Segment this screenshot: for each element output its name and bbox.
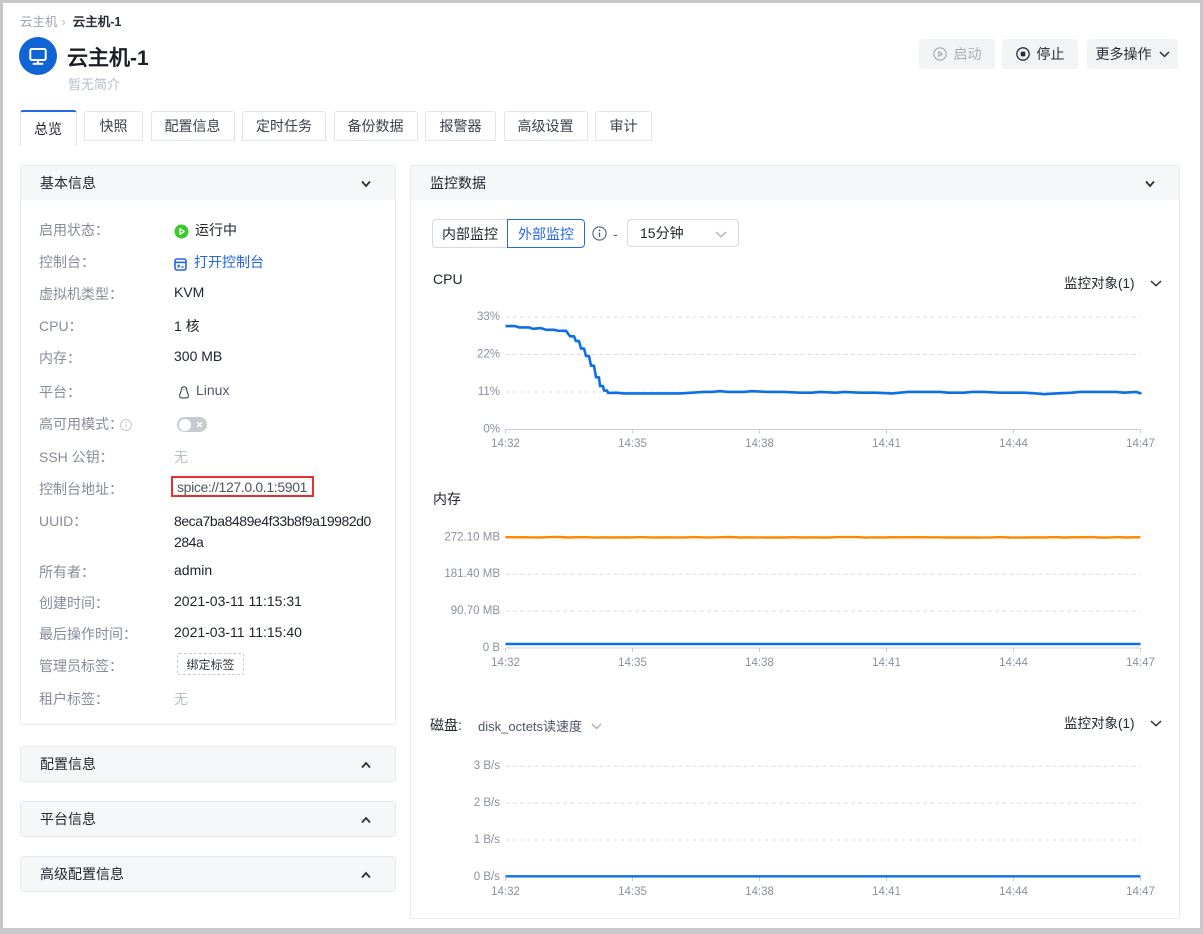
svg-text:14:41: 14:41 xyxy=(872,438,901,450)
svg-text:14:38: 14:38 xyxy=(745,886,774,898)
svg-text:272.10 MB: 272.10 MB xyxy=(444,531,500,543)
svg-text:14:41: 14:41 xyxy=(872,886,901,898)
svg-text:14:38: 14:38 xyxy=(745,438,774,450)
svg-text:14:35: 14:35 xyxy=(618,886,647,898)
svg-text:11%: 11% xyxy=(478,386,500,398)
svg-text:1 B/s: 1 B/s xyxy=(474,834,500,846)
svg-text:14:47: 14:47 xyxy=(1126,886,1155,898)
svg-text:14:35: 14:35 xyxy=(618,657,647,669)
svg-text:22%: 22% xyxy=(477,349,500,361)
svg-text:14:41: 14:41 xyxy=(872,657,901,669)
svg-text:14:35: 14:35 xyxy=(618,438,647,450)
svg-text:14:44: 14:44 xyxy=(999,886,1028,898)
svg-text:14:32: 14:32 xyxy=(491,886,520,898)
svg-text:181.40 MB: 181.40 MB xyxy=(444,568,500,580)
svg-text:90.70 MB: 90.70 MB xyxy=(451,605,501,617)
svg-text:14:44: 14:44 xyxy=(999,438,1028,450)
svg-text:14:47: 14:47 xyxy=(1126,657,1155,669)
svg-text:0%: 0% xyxy=(483,424,500,436)
svg-text:14:38: 14:38 xyxy=(745,657,774,669)
svg-text:0 B/s: 0 B/s xyxy=(474,871,500,883)
svg-text:0 B: 0 B xyxy=(483,642,501,654)
svg-text:2 B/s: 2 B/s xyxy=(474,797,500,809)
svg-text:14:32: 14:32 xyxy=(491,438,520,450)
svg-text:33%: 33% xyxy=(477,311,500,323)
svg-text:14:32: 14:32 xyxy=(491,657,520,669)
svg-text:14:44: 14:44 xyxy=(999,657,1028,669)
svg-text:14:47: 14:47 xyxy=(1126,438,1155,450)
svg-text:3 B/s: 3 B/s xyxy=(474,760,500,772)
